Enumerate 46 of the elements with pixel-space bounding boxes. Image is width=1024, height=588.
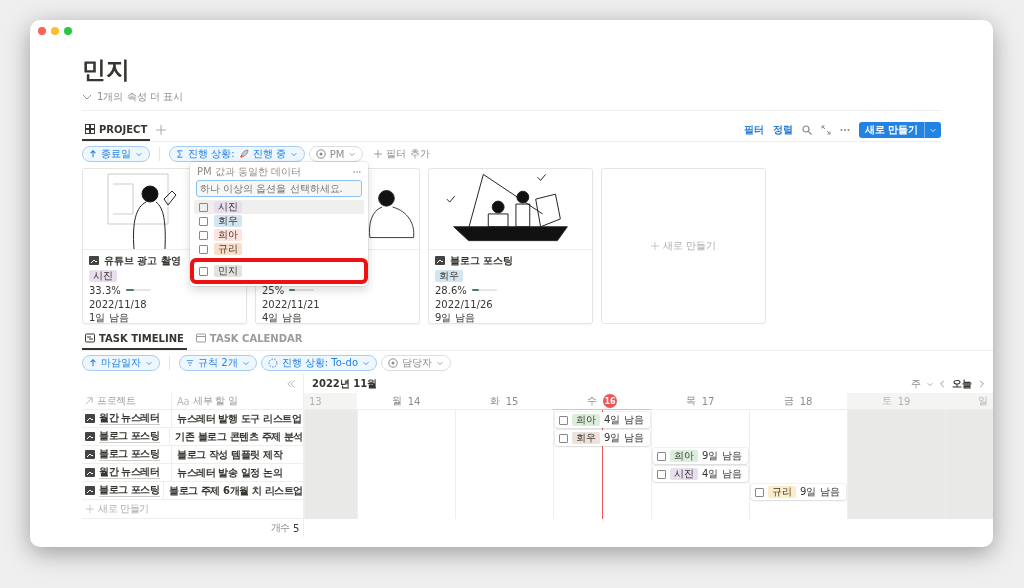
day-number: 17: [701, 395, 715, 407]
card-title: 유튜브 광고 촬영: [104, 254, 181, 268]
person-tag: 회우: [435, 270, 463, 282]
days-remaining: 4일 남음: [262, 311, 302, 323]
person-tag: 희아: [572, 414, 600, 426]
progress-percent: 28.6%: [435, 284, 467, 296]
person-tag: 회우: [214, 215, 242, 227]
person-tag: 시진: [89, 270, 117, 282]
days-remaining: 9일 남음: [702, 449, 742, 463]
day-number: 18: [799, 395, 813, 407]
day-number: 14: [407, 395, 421, 407]
days-remaining: 9일 남음: [435, 311, 475, 323]
weekday-label: 화: [489, 394, 500, 408]
person-tag: 회우: [572, 432, 600, 444]
progress-percent: 33.3%: [89, 284, 121, 296]
person-tag: 시진: [214, 201, 242, 213]
count-value: 5: [293, 522, 299, 534]
person-tag: 희아: [670, 450, 698, 462]
days-remaining: 4일 남음: [604, 413, 644, 427]
day-number: 15: [505, 395, 519, 407]
count-label: 개수: [270, 521, 291, 535]
month-label: 2022년 11월: [312, 376, 378, 391]
progress-percent: 25%: [262, 284, 285, 296]
day-number: 16: [603, 394, 617, 408]
day-number: 13: [309, 395, 322, 407]
weekday-label: 목: [685, 394, 696, 408]
days-remaining: 9일 남음: [604, 431, 644, 445]
weekday-label: 일: [978, 394, 988, 408]
weekday-label: 토: [881, 394, 892, 408]
days-remaining: 4일 남음: [702, 467, 742, 481]
person-tag: 규리: [768, 486, 796, 498]
person-tag: 희아: [214, 229, 242, 241]
due-date: 2022/11/21: [262, 298, 320, 310]
person-tag: 민지: [214, 265, 242, 277]
days-remaining: 9일 남음: [800, 485, 840, 499]
card-title: 블로그 포스팅: [450, 254, 514, 268]
weekday-label: 금: [783, 394, 794, 408]
day-number: 19: [897, 395, 911, 407]
page-title: 민지: [82, 55, 131, 86]
due-date: 2022/11/18: [89, 298, 147, 310]
days-remaining: 1일 남음: [89, 311, 129, 323]
due-date: 2022/11/26: [435, 298, 493, 310]
person-tag: 규리: [214, 243, 242, 255]
weekday-label: 월: [391, 394, 402, 408]
weekday-label: 수: [587, 394, 597, 408]
person-tag: 시진: [670, 468, 698, 480]
